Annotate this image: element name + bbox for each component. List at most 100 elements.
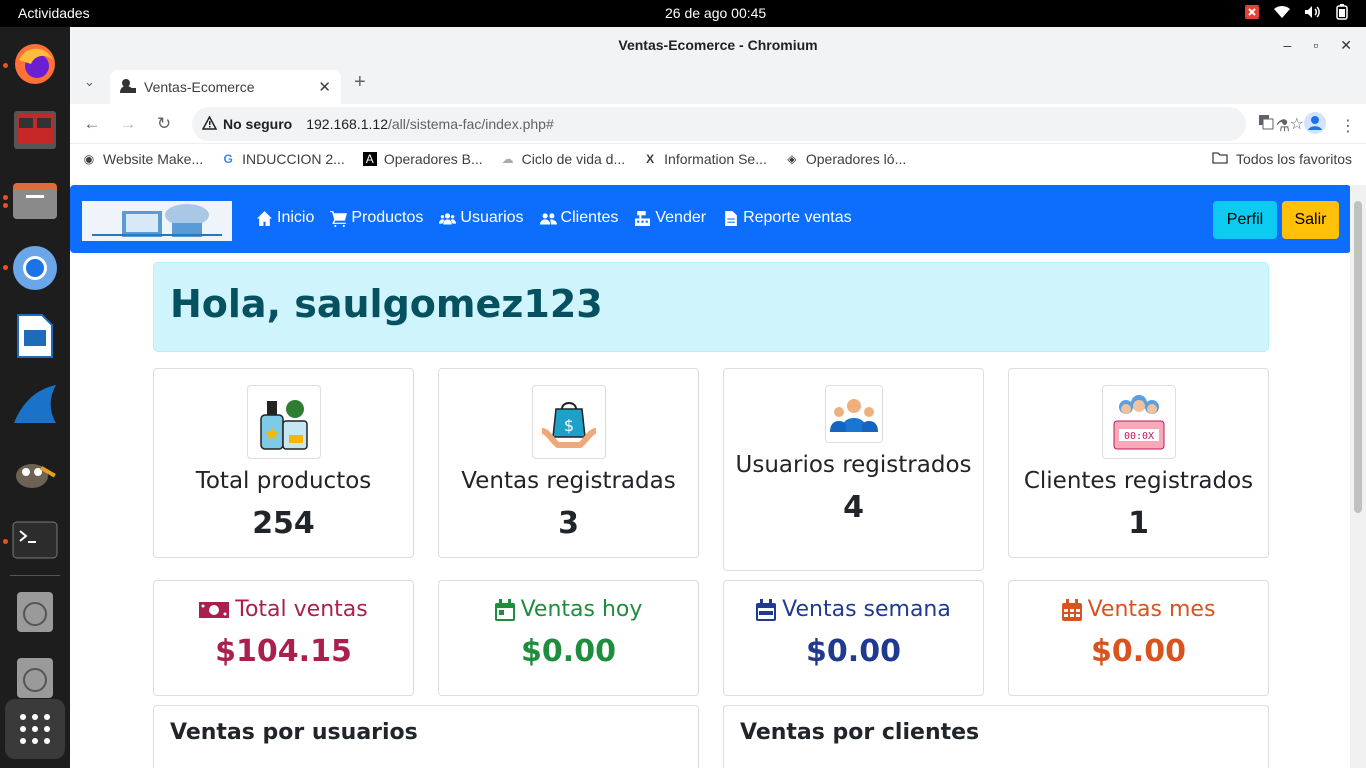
disk-icon[interactable]: [10, 653, 60, 703]
stat-card-productos: Total productos 254: [153, 368, 414, 558]
nav-reporte-ventas[interactable]: Reporte ventas: [722, 209, 852, 227]
ventas-por-usuarios-card: Ventas por usuarios: [153, 705, 699, 768]
bookmark-item[interactable]: X Information Se...: [643, 151, 767, 167]
perfil-button[interactable]: Perfil: [1213, 201, 1277, 239]
bookmark-item[interactable]: ☁ Ciclo de vida d...: [501, 151, 626, 167]
greeting-alert: Hola, saulgomez123: [153, 262, 1269, 352]
profile-avatar-icon[interactable]: [1304, 112, 1326, 139]
tab-search-icon[interactable]: ⌄: [84, 74, 95, 90]
bookmark-item[interactable]: ◈ Operadores ló...: [785, 151, 906, 167]
diamond-icon: ◈: [787, 152, 797, 166]
address-bar[interactable]: No seguro 192.168.1.12/all/sistema-fac/i…: [192, 107, 1246, 141]
libreoffice-impress-icon[interactable]: [10, 311, 60, 361]
site-logo[interactable]: [82, 201, 232, 241]
nav-vender[interactable]: Vender: [634, 209, 706, 227]
show-apps-icon[interactable]: [5, 699, 65, 759]
tab-close-icon[interactable]: ✕: [318, 78, 331, 96]
close-icon[interactable]: ✕: [1340, 27, 1352, 64]
page-scrollbar[interactable]: [1350, 185, 1366, 768]
google-icon: G: [223, 152, 233, 166]
tab-strip: ⌄ Ventas-Ecomerce ✕ +: [70, 64, 1366, 104]
globe-icon: ◉: [83, 152, 95, 166]
cloud-icon: ☁: [501, 152, 514, 166]
bookmark-item[interactable]: ◉ Website Make...: [82, 151, 203, 167]
back-icon[interactable]: ←: [74, 114, 110, 134]
minimize-icon[interactable]: –: [1284, 27, 1292, 64]
page-content: Inicio Productos Usuarios Clientes Vende…: [70, 185, 1350, 768]
activities-button[interactable]: Actividades: [18, 5, 90, 21]
money-bill-icon: [199, 601, 230, 618]
labs-flask-icon[interactable]: ⚗: [1276, 116, 1290, 136]
stat-card-ventas: $ Ventas registradas 3: [438, 368, 699, 558]
system-clock[interactable]: 26 de ago 00:45: [665, 5, 766, 21]
site-navbar: Inicio Productos Usuarios Clientes Vende…: [70, 185, 1350, 253]
money-card-hoy: Ventas hoy $0.00: [438, 580, 699, 696]
stat-label: Clientes registrados: [1023, 468, 1254, 494]
security-label[interactable]: No seguro: [223, 116, 292, 132]
shopping-cart-icon: [330, 210, 348, 227]
wireshark-icon[interactable]: [10, 379, 60, 429]
volume-icon[interactable]: [1304, 4, 1320, 20]
home-icon: [257, 210, 272, 226]
money-value: $0.00: [521, 634, 616, 669]
dock: [0, 27, 70, 768]
money-label: Ventas semana: [782, 597, 951, 622]
x-logo-icon: X: [646, 152, 655, 166]
nav-usuarios[interactable]: Usuarios: [439, 209, 524, 227]
chromium-icon[interactable]: [10, 243, 60, 293]
stat-label: Ventas registradas: [461, 468, 676, 494]
site-icon: A: [362, 152, 377, 166]
stat-card-usuarios: Usuarios registrados 4: [723, 368, 984, 571]
cosmetics-products-icon: [246, 385, 321, 459]
gimp-icon[interactable]: [10, 447, 60, 497]
running-indicator: [3, 203, 8, 208]
stat-value: 4: [843, 490, 864, 525]
bookmark-item[interactable]: G INDUCCION 2...: [221, 151, 344, 167]
battery-icon[interactable]: [1334, 4, 1350, 20]
terminal-icon[interactable]: [10, 515, 60, 565]
stat-value: 254: [252, 506, 315, 541]
window-title: Ventas-Ecomerce - Chromium: [618, 37, 818, 53]
files-icon[interactable]: [10, 175, 60, 225]
salir-button[interactable]: Salir: [1282, 201, 1339, 239]
users-icon: [439, 212, 457, 224]
warning-icon[interactable]: [201, 114, 218, 133]
all-bookmarks[interactable]: Todos los favoritos: [1212, 151, 1352, 167]
shopping-bag-dollar-icon: $: [531, 385, 606, 459]
money-card-mes: Ventas mes $0.00: [1008, 580, 1269, 696]
app-launcher-red-icon[interactable]: [10, 105, 60, 155]
disk-icon[interactable]: [10, 587, 60, 637]
nav-inicio[interactable]: Inicio: [256, 209, 314, 227]
bookmark-item[interactable]: A Operadores B...: [362, 151, 483, 167]
folder-icon: [1212, 151, 1228, 167]
reload-icon[interactable]: ↻: [146, 114, 182, 134]
new-tab-icon[interactable]: +: [354, 71, 366, 94]
menu-kebab-icon[interactable]: ⋮: [1340, 116, 1356, 136]
tab-active[interactable]: Ventas-Ecomerce ✕: [110, 70, 341, 104]
wifi-icon[interactable]: [1274, 4, 1290, 20]
dock-separator: [10, 575, 60, 576]
url-host: 192.168.1.12: [306, 116, 388, 132]
stat-label: Total productos: [195, 468, 372, 494]
system-top-bar: Actividades 26 de ago 00:45: [0, 0, 1366, 27]
greeting-heading: Hola, saulgomez123: [170, 282, 603, 326]
system-tray[interactable]: [1244, 4, 1350, 20]
firefox-icon[interactable]: [10, 39, 60, 89]
stat-value: 1: [1128, 506, 1149, 541]
svg-text:$: $: [563, 416, 573, 435]
nav-clientes[interactable]: Clientes: [539, 209, 618, 227]
calendar-month-icon: [1061, 598, 1082, 621]
translate-icon[interactable]: [1258, 114, 1274, 135]
money-label: Total ventas: [235, 597, 368, 622]
running-indicator: [3, 265, 8, 270]
scrollbar-thumb[interactable]: [1354, 201, 1362, 513]
money-value: $0.00: [806, 634, 901, 669]
indicator-icon[interactable]: [1244, 4, 1260, 20]
cash-register-icon: [635, 210, 651, 226]
stat-label: Usuarios registrados: [735, 452, 972, 478]
user-friends-icon: [539, 212, 557, 224]
stat-value: 3: [558, 506, 579, 541]
forward-icon[interactable]: →: [110, 114, 146, 134]
nav-productos[interactable]: Productos: [330, 209, 423, 227]
maximize-icon[interactable]: ▫: [1313, 27, 1318, 64]
